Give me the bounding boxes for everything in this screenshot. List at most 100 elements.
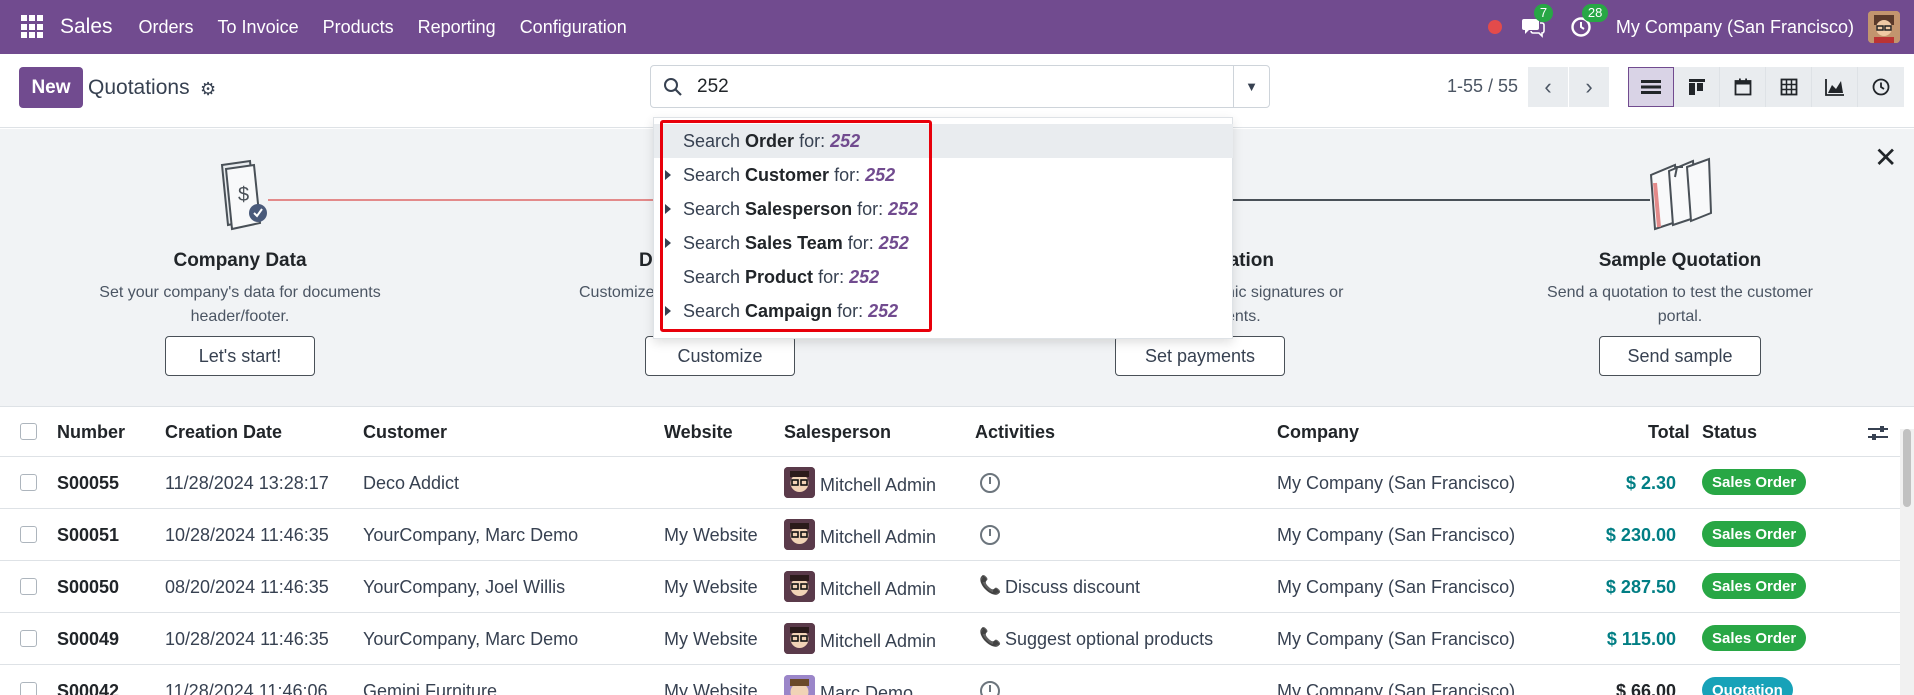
customize-button[interactable]: Customize — [645, 336, 795, 376]
onboarding-desc-line: Send a quotation to test the customer — [1547, 284, 1813, 301]
activity-clock-icon[interactable] — [980, 681, 1000, 695]
row-checkbox[interactable] — [20, 630, 37, 647]
send-sample-button[interactable]: Send sample — [1599, 336, 1761, 376]
user-avatar[interactable] — [1868, 11, 1900, 43]
search-input[interactable] — [697, 75, 1217, 98]
top-navbar: Sales Orders To Invoice Products Reporti… — [0, 0, 1914, 54]
status-badge: Sales Order — [1702, 521, 1807, 547]
column-company[interactable]: Company — [1277, 422, 1359, 443]
column-salesperson[interactable]: Salesperson — [784, 422, 891, 443]
avatar-face-icon — [1868, 11, 1900, 43]
new-button[interactable]: New — [19, 67, 83, 108]
row-checkbox[interactable] — [20, 474, 37, 491]
list-view-button[interactable] — [1628, 67, 1674, 107]
creation-date: 10/28/2024 11:46:35 — [165, 525, 329, 545]
website: My Website — [664, 681, 758, 695]
vertical-scrollbar[interactable] — [1900, 429, 1914, 695]
menu-reporting[interactable]: Reporting — [418, 17, 496, 38]
salesperson: Mitchell Admin — [820, 475, 937, 495]
close-icon[interactable]: ✕ — [1874, 141, 1897, 174]
table-row[interactable]: S00049 10/28/2024 11:46:35 YourCompany, … — [0, 613, 1900, 665]
optional-columns-icon[interactable] — [1867, 424, 1889, 442]
table-row[interactable]: S00055 11/28/2024 13:28:17 Deco Addict M… — [0, 457, 1900, 509]
onboarding-step-company-data: $ Company Data Set your company's data f… — [90, 129, 390, 406]
kanban-view-button[interactable] — [1674, 67, 1720, 107]
company: My Company (San Francisco) — [1277, 629, 1516, 649]
pager-previous-button[interactable]: ‹ — [1528, 67, 1568, 107]
column-website[interactable]: Website — [664, 422, 733, 443]
avatar[interactable] — [784, 571, 815, 602]
gear-icon[interactable]: ⚙ — [200, 79, 216, 100]
chevron-right-icon: › — [1585, 74, 1593, 99]
activity-clock-icon[interactable] — [980, 473, 1000, 493]
documents-stack-icon — [1649, 157, 1713, 231]
row-checkbox[interactable] — [20, 682, 37, 695]
scrollbar-thumb[interactable] — [1903, 429, 1911, 507]
recording-dot-icon[interactable] — [1487, 20, 1502, 34]
column-creation-date[interactable]: Creation Date — [165, 422, 282, 443]
menu-configuration[interactable]: Configuration — [520, 17, 627, 38]
menu-to-invoice[interactable]: To Invoice — [218, 17, 299, 38]
set-payments-button[interactable]: Set payments — [1115, 336, 1285, 376]
annotation-highlight-box — [660, 120, 932, 332]
page-title[interactable]: Quotations — [88, 76, 190, 100]
column-activities[interactable]: Activities — [975, 422, 1055, 443]
pivot-view-button[interactable] — [1766, 67, 1812, 107]
phone-icon[interactable]: 📞 — [979, 627, 1001, 648]
avatar[interactable] — [784, 519, 815, 550]
apps-grid-icon[interactable] — [21, 15, 45, 39]
messages-button[interactable]: 7 — [1520, 4, 1554, 40]
onboarding-desc-line: nic signatures or — [1226, 284, 1344, 301]
chevron-left-icon: ‹ — [1544, 74, 1552, 99]
pager-next-button[interactable]: › — [1569, 67, 1609, 107]
table-row[interactable]: S00042 11/28/2024 11:46:06 Gemini Furnit… — [0, 665, 1900, 695]
onboarding-step-title: nation — [1217, 250, 1274, 271]
search-options-toggle[interactable]: ▼ — [1233, 66, 1269, 107]
customer: YourCompany, Marc Demo — [363, 629, 579, 649]
company: My Company (San Francisco) — [1277, 525, 1516, 545]
pivot-table-icon — [1780, 78, 1797, 96]
avatar[interactable] — [784, 623, 815, 654]
avatar[interactable] — [784, 675, 815, 695]
column-status[interactable]: Status — [1702, 422, 1757, 443]
column-total[interactable]: Total — [1648, 422, 1690, 443]
order-number: S00051 — [57, 525, 120, 545]
pager-value[interactable]: 1-55 / 55 — [1447, 76, 1518, 97]
customer: YourCompany, Marc Demo — [363, 525, 579, 545]
app-brand[interactable]: Sales — [60, 15, 113, 39]
activity-summary[interactable]: Suggest optional products — [1005, 629, 1213, 650]
search-icon — [663, 77, 683, 97]
row-checkbox[interactable] — [20, 526, 37, 543]
graph-view-button[interactable] — [1812, 67, 1858, 107]
menu-products[interactable]: Products — [323, 17, 394, 38]
quotations-list: Number Creation Date Customer Website Sa… — [0, 406, 1914, 695]
row-checkbox[interactable] — [20, 578, 37, 595]
activity-clock-icon[interactable] — [980, 525, 1000, 545]
order-number: S00055 — [57, 473, 120, 493]
creation-date: 11/28/2024 13:28:17 — [165, 473, 329, 493]
status-badge: Quotation — [1702, 677, 1793, 695]
area-chart-icon — [1824, 79, 1844, 96]
phone-icon[interactable]: 📞 — [979, 575, 1001, 596]
list-view-icon — [1641, 80, 1661, 94]
table-header: Number Creation Date Customer Website Sa… — [0, 406, 1914, 457]
search-bar[interactable]: ▼ — [650, 65, 1270, 108]
calendar-view-button[interactable] — [1720, 67, 1766, 107]
column-number[interactable]: Number — [57, 422, 125, 443]
activity-view-button[interactable] — [1858, 67, 1904, 107]
menu-orders[interactable]: Orders — [139, 17, 194, 38]
activities-button[interactable]: 28 — [1568, 4, 1609, 40]
activity-summary[interactable]: Discuss discount — [1005, 577, 1140, 598]
clock-icon — [1872, 78, 1890, 96]
onboarding-step-title: Sample Quotation — [1598, 250, 1762, 271]
table-row[interactable]: S00050 08/20/2024 11:46:35 YourCompany, … — [0, 561, 1900, 613]
calendar-view-icon — [1734, 78, 1751, 96]
lets-start-button[interactable]: Let's start! — [165, 336, 315, 376]
company: My Company (San Francisco) — [1277, 681, 1516, 695]
company-switcher[interactable]: My Company (San Francisco) — [1616, 17, 1854, 38]
select-all-checkbox[interactable] — [20, 423, 37, 440]
column-customer[interactable]: Customer — [363, 422, 447, 443]
avatar[interactable] — [784, 467, 815, 498]
table-row[interactable]: S00051 10/28/2024 11:46:35 YourCompany, … — [0, 509, 1900, 561]
total-amount: $ 115.00 — [1606, 629, 1676, 649]
